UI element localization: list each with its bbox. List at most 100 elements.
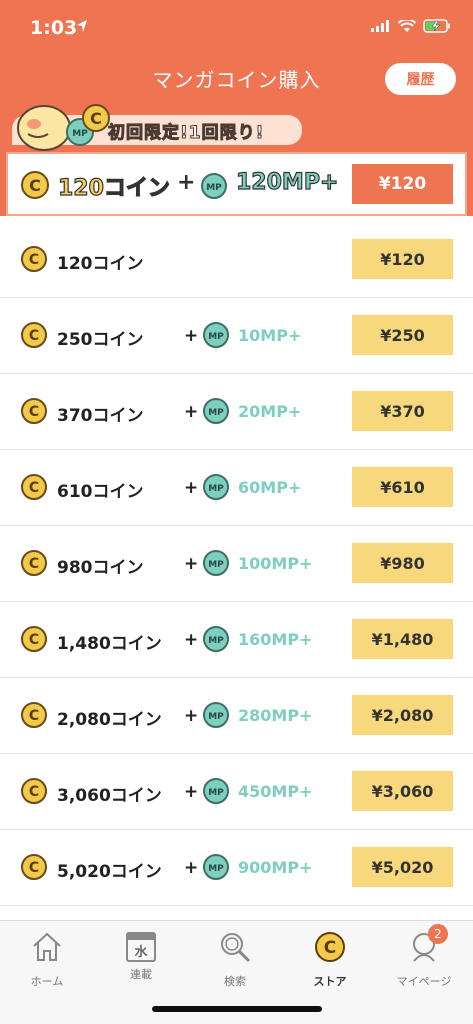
plus-sign: + bbox=[184, 478, 199, 498]
plus-sign: + bbox=[184, 782, 199, 802]
coin-icon: C bbox=[21, 246, 47, 272]
tab-search-label: 検索 bbox=[224, 975, 246, 988]
app-header: 1:03 マンガコイン購入 履歴 bbox=[0, 0, 473, 108]
wifi-icon bbox=[398, 19, 416, 32]
mp-bonus: 900MP+ bbox=[238, 858, 313, 877]
status-icons bbox=[371, 19, 451, 33]
plus-sign: + bbox=[184, 402, 199, 422]
price-button[interactable]: ¥120 bbox=[352, 239, 453, 279]
tab-series[interactable]: 水 連載 bbox=[94, 929, 188, 982]
plus-sign: + bbox=[184, 326, 199, 346]
location-arrow-icon bbox=[77, 20, 87, 32]
coin-package-row[interactable]: C 5,020コイン + MP 900MP+ ¥5,020 bbox=[0, 830, 473, 906]
mp-bonus: 450MP+ bbox=[238, 782, 313, 801]
svg-text:C: C bbox=[29, 404, 39, 420]
coin-amount: 370コイン bbox=[57, 406, 144, 426]
plus-sign: + bbox=[184, 554, 199, 574]
svg-text:MP: MP bbox=[72, 129, 88, 139]
coin-package-row[interactable]: C 3,060コイン + MP 450MP+ ¥3,060 bbox=[0, 754, 473, 830]
coin-icon: C bbox=[21, 626, 47, 652]
price-button[interactable]: ¥5,020 bbox=[352, 847, 453, 887]
notification-badge: 2 bbox=[428, 924, 448, 944]
mp-icon: MP bbox=[203, 474, 229, 500]
coin-package-row[interactable]: C 1,480コイン + MP 160MP+ ¥1,480 bbox=[0, 602, 473, 678]
coin-amount: 610コイン bbox=[57, 482, 144, 502]
history-button[interactable]: 履歴 bbox=[385, 63, 456, 95]
coin-amount: 120コイン bbox=[57, 254, 144, 274]
coin-package-row[interactable]: C 370コイン + MP 20MP+ ¥370 bbox=[0, 374, 473, 450]
svg-text:MP: MP bbox=[206, 183, 222, 193]
svg-text:C: C bbox=[90, 109, 102, 128]
promo-coin-amount: 120コイン bbox=[57, 175, 170, 201]
status-time: 1:03 bbox=[30, 17, 78, 39]
svg-text:C: C bbox=[29, 860, 39, 876]
coin-amount: 980コイン bbox=[57, 558, 144, 578]
mp-icon: MP bbox=[203, 626, 229, 652]
coin-package-row[interactable]: C 250コイン + MP 10MP+ ¥250 bbox=[0, 298, 473, 374]
coin-icon: C bbox=[315, 932, 345, 962]
mp-icon: MP bbox=[203, 398, 229, 424]
search-icon bbox=[221, 933, 251, 963]
signal-icon bbox=[371, 20, 389, 32]
tab-store[interactable]: C ストア bbox=[283, 929, 377, 989]
coin-amount: 2,080コイン bbox=[57, 710, 162, 730]
battery-charging-icon bbox=[423, 19, 450, 33]
tab-store-label: ストア bbox=[313, 975, 347, 988]
mp-bonus: 100MP+ bbox=[238, 554, 313, 573]
svg-text:C: C bbox=[324, 938, 336, 958]
tab-mypage[interactable]: マイページ bbox=[377, 929, 471, 989]
price-button[interactable]: ¥610 bbox=[352, 467, 453, 507]
mp-icon: MP bbox=[201, 173, 227, 199]
tab-mypage-label: マイページ bbox=[396, 975, 452, 988]
mp-bonus: 20MP+ bbox=[238, 402, 302, 421]
svg-text:MP: MP bbox=[208, 788, 224, 798]
svg-text:C: C bbox=[29, 252, 39, 268]
svg-text:C: C bbox=[29, 784, 39, 800]
svg-text:C: C bbox=[29, 556, 39, 572]
price-button[interactable]: ¥250 bbox=[352, 315, 453, 355]
home-icon bbox=[33, 932, 61, 961]
svg-text:MP: MP bbox=[208, 332, 224, 342]
price-button[interactable]: ¥2,080 bbox=[352, 695, 453, 735]
home-indicator bbox=[152, 1006, 322, 1012]
coin-package-row[interactable]: C 2,080コイン + MP 280MP+ ¥2,080 bbox=[0, 678, 473, 754]
tab-home[interactable]: ホーム bbox=[0, 929, 94, 989]
coin-package-row[interactable]: C 120コイン ¥120 bbox=[0, 222, 473, 298]
coin-package-row[interactable]: C 610コイン + MP 60MP+ ¥610 bbox=[0, 450, 473, 526]
price-button[interactable]: ¥1,480 bbox=[352, 619, 453, 659]
tab-series-label: 連載 bbox=[130, 968, 152, 981]
coin-icon: C bbox=[21, 322, 47, 348]
svg-text:MP: MP bbox=[208, 712, 224, 722]
calendar-day-text: 水 bbox=[134, 945, 148, 960]
price-button[interactable]: ¥3,060 bbox=[352, 771, 453, 811]
price-button[interactable]: ¥980 bbox=[352, 543, 453, 583]
svg-text:MP: MP bbox=[208, 560, 224, 570]
tab-home-label: ホーム bbox=[30, 975, 64, 988]
tab-search[interactable]: 検索 bbox=[188, 929, 282, 989]
coin-icon: C bbox=[21, 854, 47, 880]
coin-icon: C bbox=[21, 474, 47, 500]
mp-bonus: 160MP+ bbox=[238, 630, 313, 649]
coin-package-list: C 120コイン ¥120 C 250コイン + MP 10MP+ ¥250 C 3… bbox=[0, 222, 473, 906]
svg-text:C: C bbox=[29, 480, 39, 496]
promo-plus: + bbox=[177, 170, 196, 195]
svg-text:C: C bbox=[29, 176, 41, 195]
coin-amount: 5,020コイン bbox=[57, 862, 162, 882]
coin-amount: 3,060コイン bbox=[57, 786, 162, 806]
coin-icon: C bbox=[21, 398, 47, 424]
promo-price-button[interactable]: ¥120 bbox=[352, 164, 453, 204]
mp-icon: MP bbox=[203, 854, 229, 880]
coin-icon: C bbox=[21, 778, 47, 804]
price-button[interactable]: ¥370 bbox=[352, 391, 453, 431]
svg-text:C: C bbox=[29, 632, 39, 648]
plus-sign: + bbox=[184, 706, 199, 726]
plus-sign: + bbox=[184, 858, 199, 878]
mascot-with-coins-icon: MP C bbox=[17, 104, 110, 151]
coin-icon: C bbox=[21, 702, 47, 728]
coin-amount: 250コイン bbox=[57, 330, 144, 350]
coin-package-row[interactable]: C 980コイン + MP 100MP+ ¥980 bbox=[0, 526, 473, 602]
mp-icon: MP bbox=[203, 702, 229, 728]
mp-icon: MP bbox=[203, 778, 229, 804]
svg-text:MP: MP bbox=[208, 636, 224, 646]
mp-bonus: 60MP+ bbox=[238, 478, 302, 497]
